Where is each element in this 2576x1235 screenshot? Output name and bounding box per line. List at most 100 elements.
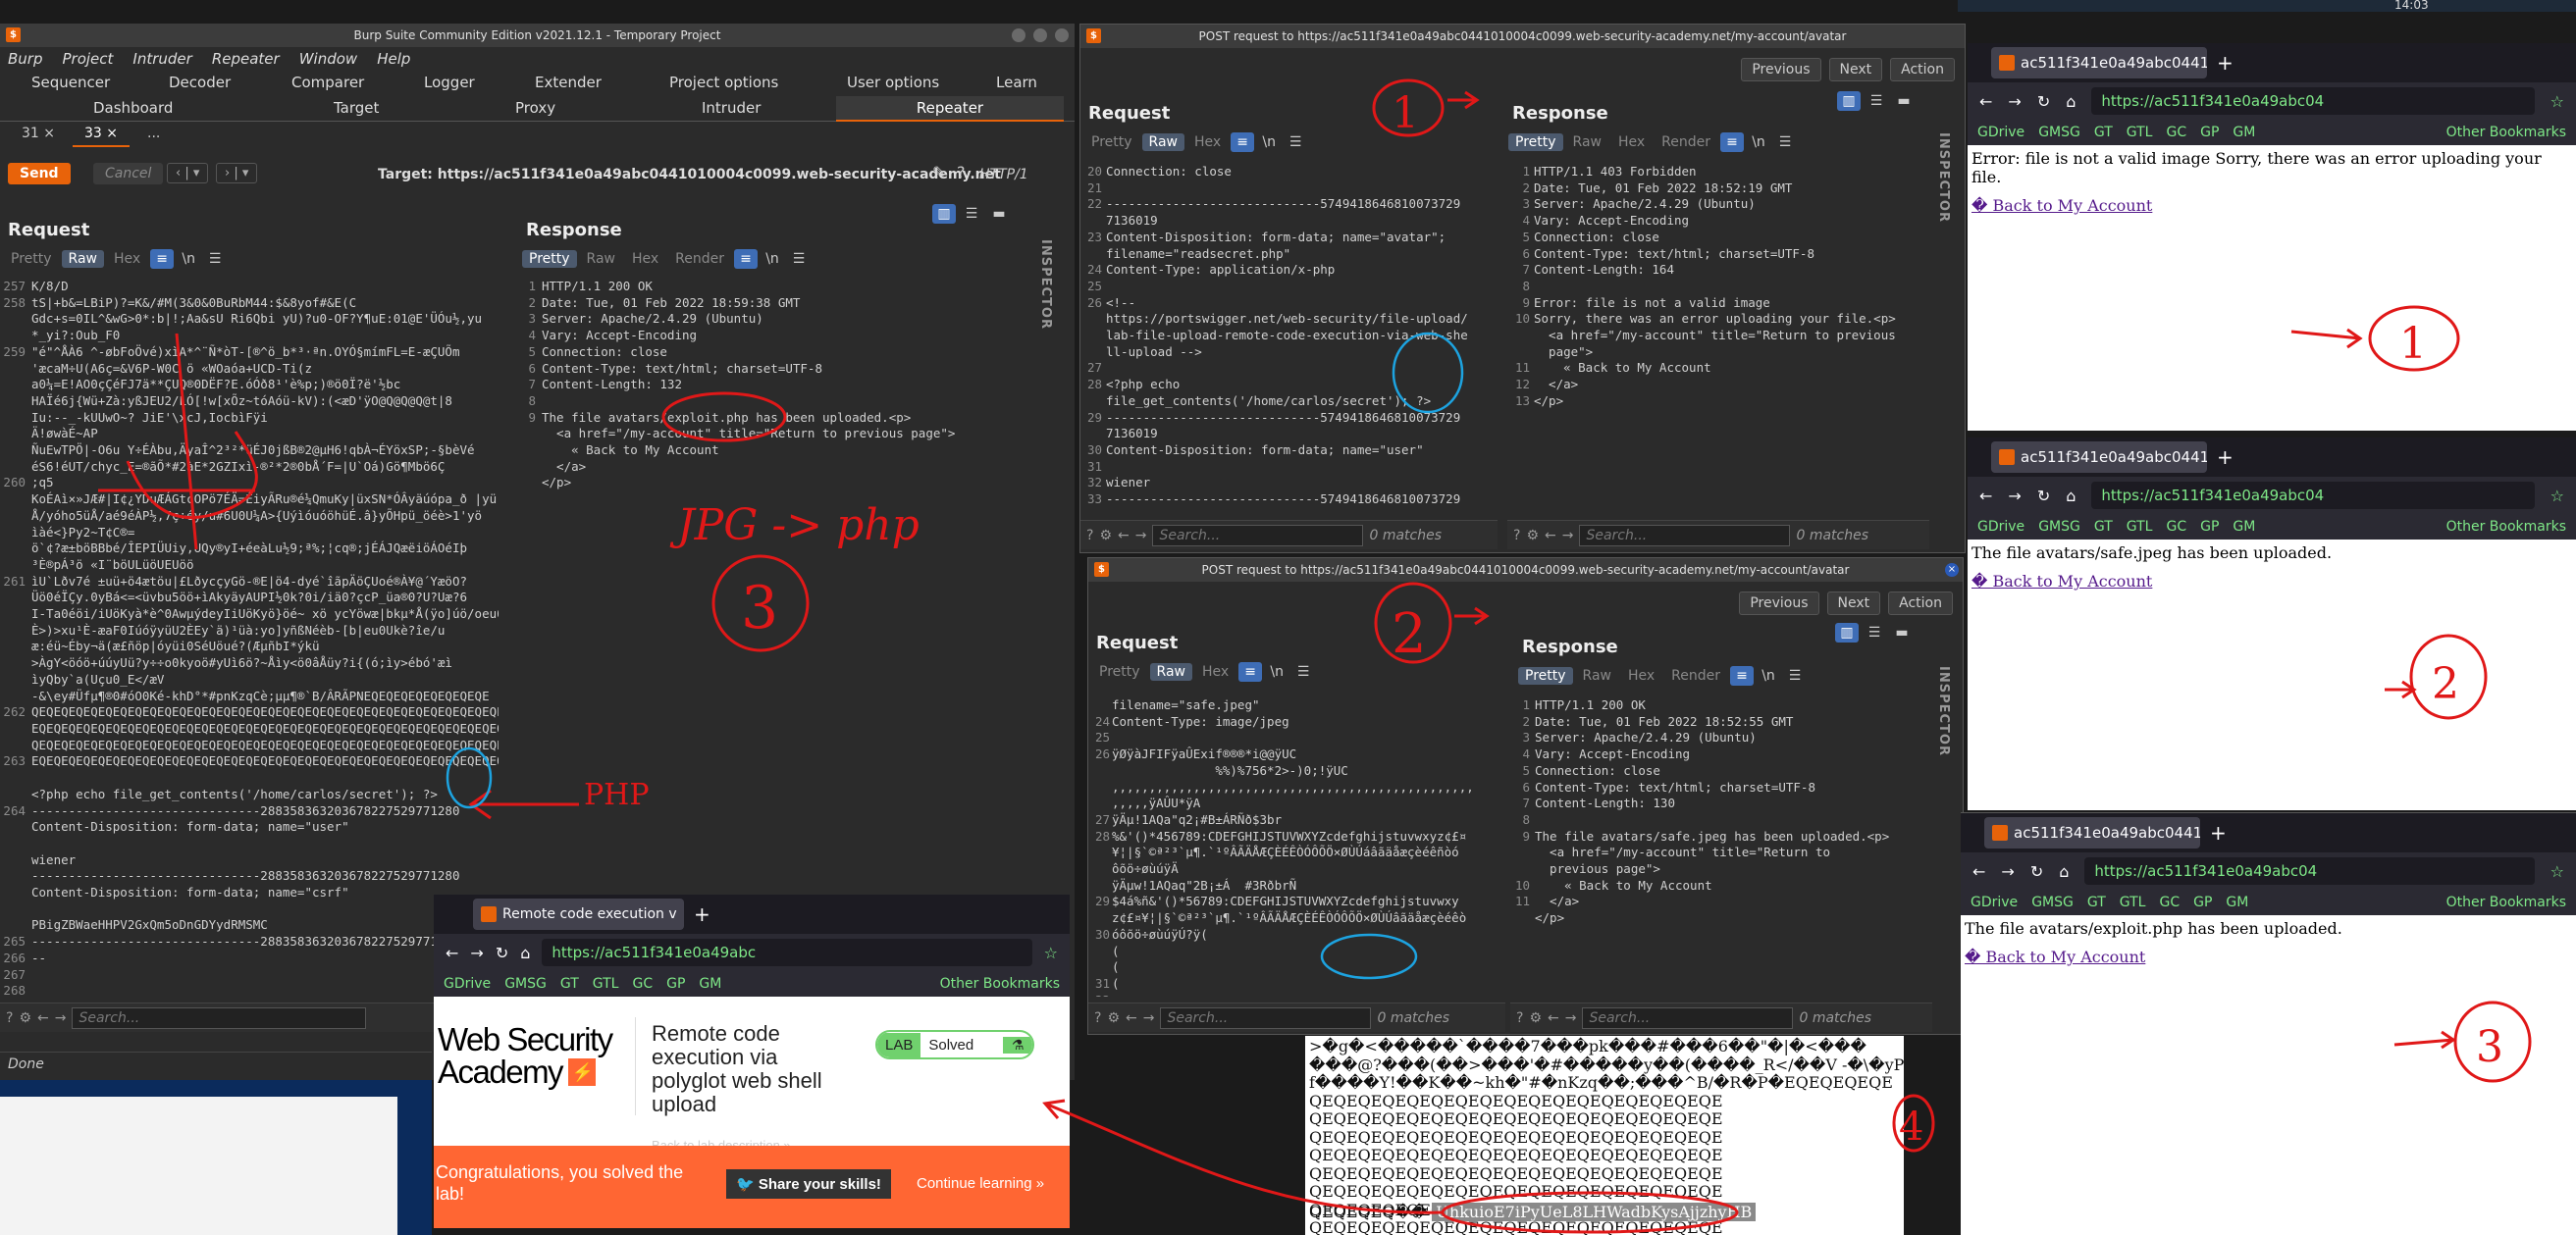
help-icon[interactable]: ?	[6, 1010, 13, 1026]
wrap-toggle-icon[interactable]: ≡	[1238, 662, 1263, 682]
tab-decoder[interactable]: Decoder	[169, 74, 231, 91]
bookmark-gm[interactable]: GM	[2233, 519, 2255, 535]
split-horizontal-icon[interactable]: ▥	[1835, 623, 1859, 643]
bookmark-gc[interactable]: GC	[632, 976, 653, 992]
bookmark-gt[interactable]: GT	[2094, 519, 2113, 535]
tab-sequencer[interactable]: Sequencer	[31, 74, 110, 91]
bookmark-gc[interactable]: GC	[2166, 519, 2186, 535]
subtab-more[interactable]: ...	[135, 126, 172, 147]
bookmark-gdrive[interactable]: GDrive	[1977, 519, 2024, 535]
home-icon[interactable]: ⌂	[2066, 92, 2076, 111]
menu-icon[interactable]: ☰	[787, 249, 811, 269]
split-vertical-icon[interactable]: ☰	[1865, 91, 1888, 111]
bookmark-gc[interactable]: GC	[2166, 125, 2186, 140]
tab-intruder[interactable]: Intruder	[702, 99, 761, 117]
bookmark-gm[interactable]: GM	[2233, 125, 2255, 140]
bookmark-gtl[interactable]: GTL	[2127, 125, 2153, 140]
tab-repeater[interactable]: Repeater	[836, 96, 1064, 122]
back-to-account-link[interactable]: � Back to My Account	[1968, 566, 2576, 596]
forward-icon[interactable]: →	[2008, 92, 2021, 111]
menu-intruder[interactable]: Intruder	[132, 50, 191, 68]
previous-button[interactable]: Previous	[1739, 592, 1819, 615]
prev-match-icon[interactable]: ←	[1545, 528, 1556, 543]
prev-match-icon[interactable]: ←	[37, 1010, 49, 1026]
menu-icon[interactable]: ☰	[1783, 666, 1807, 686]
menu-icon[interactable]: ☰	[1773, 132, 1797, 152]
tab-raw[interactable]: Raw	[1141, 133, 1184, 151]
maximize-button[interactable]	[1033, 28, 1047, 42]
help-icon[interactable]: ?	[1094, 1010, 1101, 1026]
home-icon[interactable]: ⌂	[520, 944, 530, 962]
next-match-icon[interactable]: →	[1562, 528, 1574, 543]
bookmark-gp[interactable]: GP	[2200, 125, 2219, 140]
tab-render[interactable]: Render	[668, 250, 731, 268]
help-icon[interactable]: ?	[1516, 1010, 1523, 1026]
help-icon[interactable]: ?	[957, 163, 966, 181]
wrap-toggle-icon[interactable]: ≡	[1231, 132, 1255, 152]
previous-button[interactable]: Previous	[1741, 58, 1821, 81]
history-forward-button[interactable]: › | ▾	[216, 163, 258, 183]
tab-raw[interactable]: Raw	[1149, 663, 1192, 681]
settings-icon[interactable]: ⚙	[1099, 528, 1112, 543]
prev-match-icon[interactable]: ←	[1548, 1010, 1559, 1026]
tab-user-options[interactable]: User options	[847, 74, 939, 91]
newline-toggle[interactable]: \n	[1257, 132, 1281, 152]
tab-comparer[interactable]: Comparer	[291, 74, 364, 91]
new-tab-icon[interactable]: +	[2217, 51, 2234, 75]
bookmark-gm[interactable]: GM	[2226, 895, 2248, 910]
menu-window[interactable]: Window	[299, 50, 357, 68]
tab-pretty[interactable]: Pretty	[4, 250, 59, 268]
send-button[interactable]: Send	[8, 163, 71, 184]
settings-icon[interactable]: ⚙	[19, 1010, 31, 1026]
home-icon[interactable]: ⌂	[2059, 862, 2069, 881]
url-bar[interactable]: https://ac511f341e0a49abc04	[2091, 87, 2535, 115]
menu-icon[interactable]: ☰	[1284, 132, 1307, 152]
menu-project[interactable]: Project	[63, 50, 114, 68]
bookmark-gp[interactable]: GP	[2193, 895, 2212, 910]
academy-logo[interactable]: Web Security Academy ⚡	[438, 1023, 624, 1103]
single-pane-icon[interactable]: ▬	[1890, 623, 1914, 643]
wrap-toggle-icon[interactable]: ≡	[734, 249, 759, 269]
newline-toggle[interactable]: \n	[1757, 666, 1780, 686]
settings-icon[interactable]: ⚙	[1107, 1010, 1120, 1026]
bookmark-gtl[interactable]: GTL	[593, 976, 619, 992]
request-search-input[interactable]: Search...	[1160, 1006, 1372, 1029]
bookmark-gtl[interactable]: GTL	[2120, 895, 2146, 910]
tab-raw[interactable]: Raw	[1566, 133, 1608, 151]
inspector-sidebar[interactable]: INSPECTOR	[1038, 239, 1064, 436]
close-button[interactable]: ×	[1945, 563, 1959, 577]
tab-hex[interactable]: Hex	[1621, 667, 1661, 685]
reload-icon[interactable]: ↻	[2037, 487, 2050, 505]
secret-value[interactable]: UhkuioE7iPyUeL8LHWadbKysAjjzhyHB	[1432, 1203, 1757, 1221]
request-search-input[interactable]: Search...	[1152, 524, 1364, 546]
edit-target-icon[interactable]: ✎	[932, 163, 945, 181]
url-bar[interactable]: https://ac511f341e0a49abc04	[2084, 857, 2535, 885]
cancel-button[interactable]: Cancel	[93, 163, 164, 184]
url-bar[interactable]: https://ac511f341e0a49abc	[542, 939, 1032, 966]
back-icon[interactable]: ←	[1979, 487, 1992, 505]
bookmark-gmsg[interactable]: GMSG	[504, 976, 547, 992]
newline-toggle[interactable]: \n	[1265, 662, 1288, 682]
history-back-button[interactable]: ‹ | ▾	[167, 163, 209, 183]
bookmark-gmsg[interactable]: GMSG	[2031, 895, 2074, 910]
new-tab-icon[interactable]: +	[2217, 445, 2234, 469]
tab-hex[interactable]: Hex	[1195, 663, 1235, 681]
browser-tab[interactable]: ac511f341e0a49abc0441×	[1991, 441, 2207, 473]
settings-icon[interactable]: ⚙	[1529, 1010, 1542, 1026]
bookmark-gp[interactable]: GP	[666, 976, 685, 992]
response-editor[interactable]: HTTP/1.1 200 OK Date: Tue, 01 Feb 2022 1…	[542, 279, 1023, 573]
tab-raw[interactable]: Raw	[1576, 667, 1618, 685]
prev-match-icon[interactable]: ←	[1118, 528, 1130, 543]
reload-icon[interactable]: ↻	[2037, 92, 2050, 111]
subtab-31[interactable]: 31 ×	[10, 126, 67, 147]
reload-icon[interactable]: ↻	[2030, 862, 2043, 881]
next-button[interactable]: Next	[1826, 592, 1881, 615]
single-pane-icon[interactable]: ▬	[1892, 91, 1916, 111]
response-editor[interactable]: HTTP/1.1 403 Forbidden Date: Tue, 01 Feb…	[1534, 164, 1928, 509]
back-icon[interactable]: ←	[446, 944, 458, 962]
request-editor[interactable]: filename="safe.jpeg" Content-Type: image…	[1112, 697, 1504, 997]
tab-render[interactable]: Render	[1664, 667, 1727, 685]
help-icon[interactable]: ?	[1086, 528, 1093, 543]
bookmark-gp[interactable]: GP	[2200, 519, 2219, 535]
request-search-input[interactable]: Search...	[72, 1006, 367, 1029]
